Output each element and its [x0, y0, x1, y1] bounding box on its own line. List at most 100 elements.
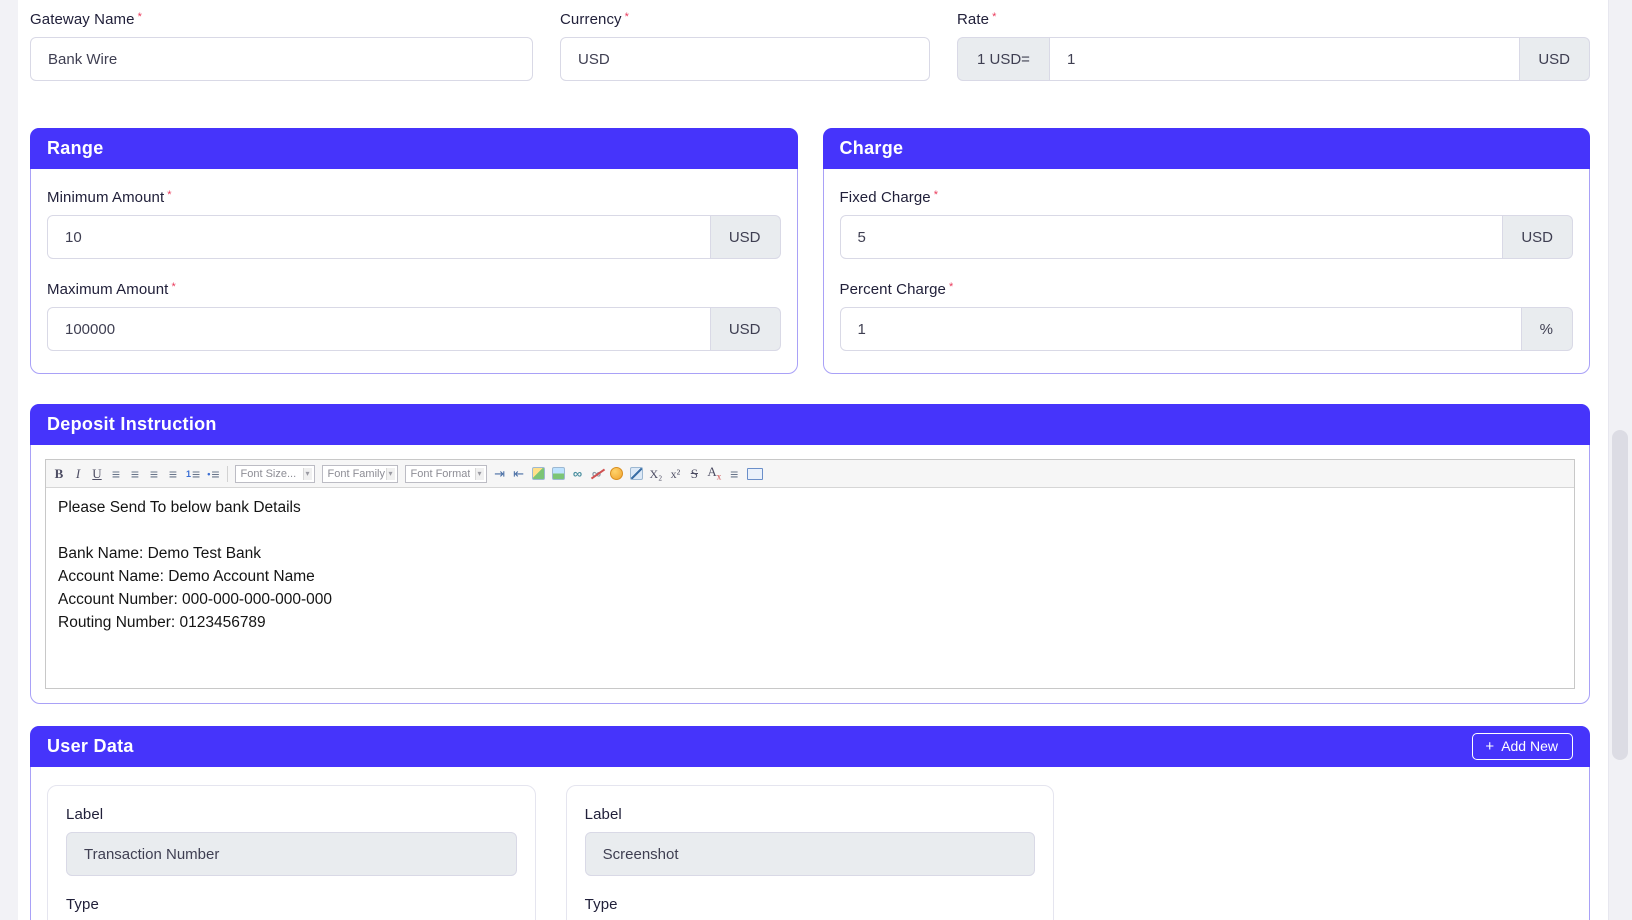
- fixed-charge-input[interactable]: [840, 215, 1504, 259]
- chevron-down-icon: ▾: [475, 468, 484, 480]
- fixed-charge-group: Fixed Charge* USD: [840, 189, 1574, 259]
- gateway-name-label: Gateway Name*: [30, 11, 533, 28]
- insert-image-icon[interactable]: [532, 467, 545, 480]
- scrollbar-thumb[interactable]: [1612, 430, 1628, 760]
- bullet-list-marker: •: [207, 469, 210, 479]
- horizontal-rule-icon[interactable]: ≡: [728, 467, 740, 481]
- source-icon[interactable]: [747, 468, 763, 480]
- gateway-name-group: Gateway Name*: [30, 11, 533, 81]
- remove-format-icon[interactable]: Ax: [707, 465, 721, 482]
- required-asterisk: *: [992, 11, 996, 23]
- maximum-amount-input[interactable]: [47, 307, 711, 351]
- fixed-charge-suffix-addon: USD: [1502, 215, 1573, 259]
- currency-group: Currency*: [560, 11, 930, 81]
- minimum-amount-input-group: USD: [47, 215, 781, 259]
- font-family-dropdown-label: Font Family: [328, 468, 385, 480]
- editor-line: Account Number: 000-000-000-000-000: [58, 588, 1562, 611]
- bullet-list-icon[interactable]: •≡: [207, 466, 219, 482]
- minimum-amount-input[interactable]: [47, 215, 711, 259]
- unlink-icon[interactable]: ∞: [591, 467, 603, 480]
- edit-page-icon[interactable]: [630, 467, 643, 480]
- numbered-list-lines: ≡: [192, 466, 200, 482]
- numbered-list-icon[interactable]: 1≡: [186, 466, 200, 482]
- font-family-dropdown[interactable]: Font Family ▾: [322, 465, 398, 483]
- required-asterisk: *: [625, 11, 629, 23]
- page-left-gutter: [0, 0, 18, 920]
- minimum-amount-suffix-addon: USD: [710, 215, 781, 259]
- range-card: Range Minimum Amount* USD Maximum Amount…: [30, 128, 798, 374]
- range-card-body: Minimum Amount* USD Maximum Amount* USD: [31, 169, 797, 373]
- percent-charge-input[interactable]: [840, 307, 1522, 351]
- bullet-list-lines: ≡: [211, 466, 219, 482]
- rate-prefix-addon: 1 USD=: [957, 37, 1049, 81]
- maximum-amount-label-text: Maximum Amount: [47, 281, 168, 298]
- fixed-charge-label: Fixed Charge*: [840, 189, 1574, 206]
- required-asterisk: *: [138, 11, 142, 23]
- remove-format-x: x: [717, 472, 722, 482]
- rate-group: Rate* 1 USD= USD: [957, 11, 1590, 81]
- strikethrough-icon[interactable]: S: [688, 467, 700, 480]
- gateway-name-input[interactable]: [30, 37, 533, 81]
- insert-media-icon[interactable]: [552, 467, 565, 480]
- editor-content-area[interactable]: Please Send To below bank Details Bank N…: [46, 488, 1574, 688]
- user-data-empty-column: [1084, 785, 1573, 920]
- scrollbar[interactable]: [1608, 0, 1632, 920]
- deposit-instruction-card-body: B I U ≡ ≡ ≡ ≡ 1≡ •≡ Font Size... ▾ Font: [31, 445, 1589, 703]
- editor-line: Account Name: Demo Account Name: [58, 565, 1562, 588]
- chevron-down-icon: ▾: [386, 468, 395, 480]
- gateway-edit-form: Gateway Name* Currency* Rate* 1 USD= USD: [30, 0, 1590, 920]
- align-center-icon[interactable]: ≡: [129, 467, 141, 481]
- font-size-dropdown[interactable]: Font Size... ▾: [235, 465, 315, 483]
- editor-toolbar: B I U ≡ ≡ ≡ ≡ 1≡ •≡ Font Size... ▾ Font: [46, 460, 1574, 488]
- link-icon[interactable]: ∞: [572, 467, 584, 480]
- rate-input[interactable]: [1049, 37, 1520, 81]
- fixed-charge-input-group: USD: [840, 215, 1574, 259]
- user-data-label-group: Label: [585, 806, 1036, 876]
- gateway-name-label-text: Gateway Name: [30, 11, 135, 28]
- range-charge-row: Range Minimum Amount* USD Maximum Amount…: [30, 128, 1590, 374]
- maximum-amount-label: Maximum Amount*: [47, 281, 781, 298]
- bold-icon[interactable]: B: [53, 467, 65, 480]
- percent-charge-group: Percent Charge* %: [840, 281, 1574, 351]
- currency-label-text: Currency: [560, 11, 622, 28]
- minimum-amount-label-text: Minimum Amount: [47, 189, 164, 206]
- rich-text-editor: B I U ≡ ≡ ≡ ≡ 1≡ •≡ Font Size... ▾ Font: [45, 459, 1575, 689]
- deposit-instruction-card: Deposit Instruction B I U ≡ ≡ ≡ ≡ 1≡ •≡ …: [30, 404, 1590, 704]
- currency-input[interactable]: [560, 37, 930, 81]
- outdent-icon[interactable]: ⇤: [513, 467, 525, 480]
- align-justify-icon[interactable]: ≡: [167, 467, 179, 481]
- subscript-icon[interactable]: X₂: [650, 468, 663, 480]
- minimum-amount-group: Minimum Amount* USD: [47, 189, 781, 259]
- user-data-label-caption: Label: [585, 806, 1036, 823]
- plus-icon: +: [1485, 739, 1494, 754]
- user-data-label-input[interactable]: [66, 832, 517, 876]
- charge-card: Charge Fixed Charge* USD Percent Charge*: [823, 128, 1591, 374]
- align-right-icon[interactable]: ≡: [148, 467, 160, 481]
- superscript-icon[interactable]: x²: [669, 468, 681, 480]
- indent-icon[interactable]: ⇥: [494, 467, 506, 480]
- user-data-label-caption: Label: [66, 806, 517, 823]
- range-card-header: Range: [30, 128, 798, 169]
- user-data-label-input[interactable]: [585, 832, 1036, 876]
- underline-icon[interactable]: U: [91, 467, 103, 480]
- smiley-icon[interactable]: [610, 467, 623, 480]
- required-asterisk: *: [949, 281, 953, 293]
- fixed-charge-label-text: Fixed Charge: [840, 189, 931, 206]
- user-data-type-caption: Type: [585, 896, 1036, 913]
- rate-suffix-addon: USD: [1519, 37, 1590, 81]
- font-format-dropdown[interactable]: Font Format ▾: [405, 465, 487, 483]
- rate-input-group: 1 USD= USD: [957, 37, 1590, 81]
- add-new-button[interactable]: + Add New: [1472, 733, 1573, 760]
- font-format-dropdown-label: Font Format: [411, 468, 471, 480]
- align-left-icon[interactable]: ≡: [110, 467, 122, 481]
- maximum-amount-suffix-addon: USD: [710, 307, 781, 351]
- toolbar-separator: [227, 466, 228, 482]
- percent-charge-label-text: Percent Charge: [840, 281, 946, 298]
- deposit-instruction-card-header: Deposit Instruction: [30, 404, 1590, 445]
- user-data-type-group: Type: [66, 896, 517, 920]
- user-data-grid: Label Type Label Type: [47, 785, 1573, 920]
- charge-card-header: Charge: [823, 128, 1591, 169]
- percent-charge-suffix-addon: %: [1521, 307, 1573, 351]
- deposit-instruction-card-title: Deposit Instruction: [47, 414, 217, 435]
- italic-icon[interactable]: I: [72, 467, 84, 480]
